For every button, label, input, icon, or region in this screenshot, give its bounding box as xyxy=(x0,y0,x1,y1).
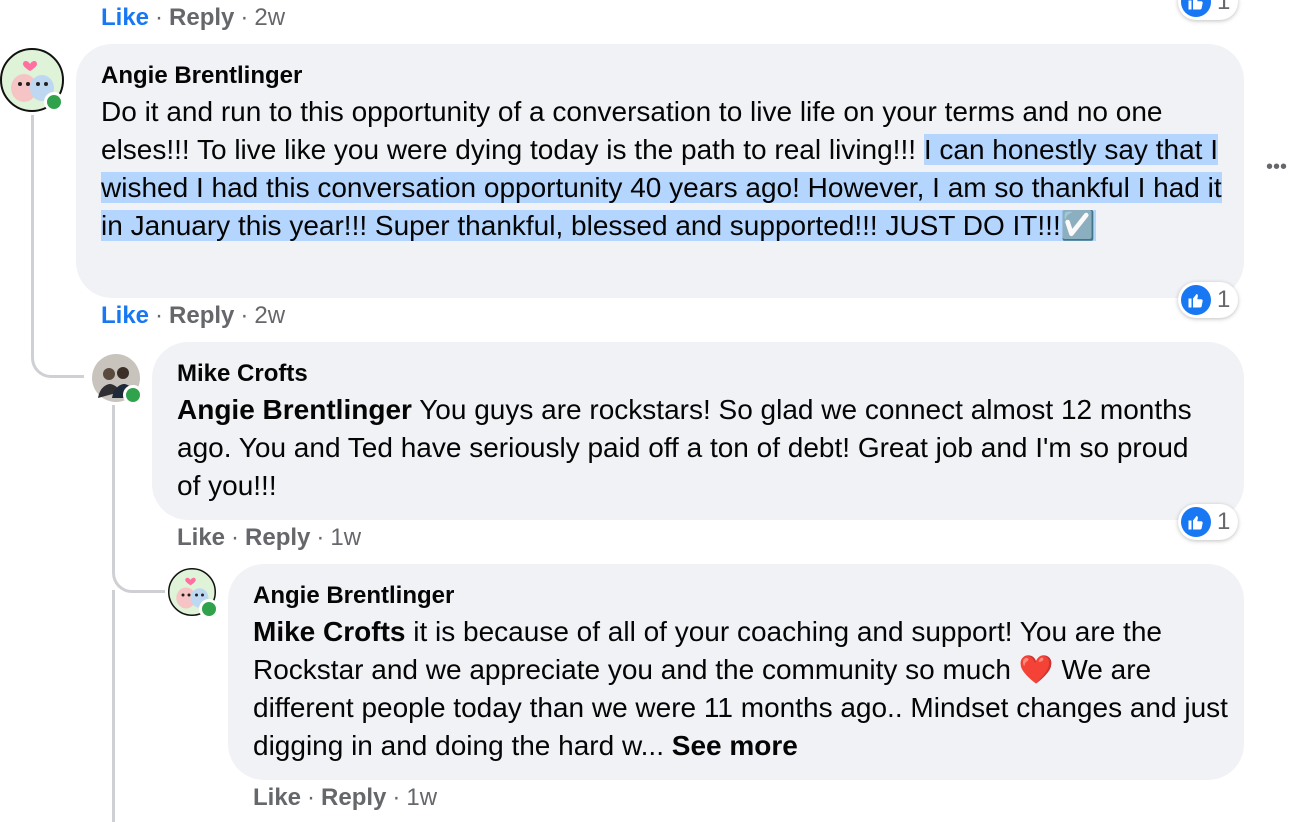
reply-button[interactable]: Reply xyxy=(169,4,234,31)
avatar[interactable] xyxy=(0,48,64,112)
comment-timestamp[interactable]: 2w xyxy=(254,302,285,329)
like-reaction-icon xyxy=(1181,285,1211,315)
comment-actions: Like · Reply · 2w xyxy=(101,302,286,329)
comment-actions: Like · Reply · 1w xyxy=(177,524,362,551)
comment-timestamp[interactable]: 1w xyxy=(330,524,361,551)
comment-author[interactable]: Angie Brentlinger xyxy=(253,582,454,610)
comment-text: Do it and run to this opportunity of a c… xyxy=(101,96,1222,241)
reply-button[interactable]: Reply xyxy=(169,302,234,329)
reply-button[interactable]: Reply xyxy=(245,524,310,551)
reaction-count: 1 xyxy=(1217,508,1231,535)
reaction-badge[interactable]: 1 xyxy=(1178,504,1239,540)
like-button[interactable]: Like xyxy=(101,4,149,31)
reaction-count: 1 xyxy=(1217,286,1231,313)
comment-author[interactable]: Mike Crofts xyxy=(177,360,308,388)
like-button[interactable]: Like xyxy=(101,302,149,329)
reaction-badge-top[interactable]: 1 xyxy=(1178,0,1239,20)
online-status-indicator xyxy=(123,385,143,405)
comment-text: Mike Crofts it is because of all of your… xyxy=(253,616,1228,761)
online-status-indicator xyxy=(44,92,64,112)
comment-timestamp[interactable]: 2w xyxy=(254,4,285,31)
comment-actions-top: Like · Reply · 2w xyxy=(101,4,286,31)
like-button[interactable]: Like xyxy=(177,524,225,551)
comment-author[interactable]: Angie Brentlinger xyxy=(101,62,302,90)
comment-timestamp[interactable]: 1w xyxy=(406,784,437,811)
reaction-count: 1 xyxy=(1217,0,1231,15)
more-options-icon[interactable]: ••• xyxy=(1266,156,1287,179)
see-more-link[interactable]: See more xyxy=(672,730,798,761)
online-status-indicator xyxy=(199,599,219,619)
mention-link[interactable]: Angie Brentlinger xyxy=(177,394,412,425)
like-reaction-icon xyxy=(1181,0,1211,17)
reaction-badge[interactable]: 1 xyxy=(1178,282,1239,318)
avatar[interactable] xyxy=(92,354,143,405)
check-mark-emoji: ☑️ xyxy=(1060,210,1096,241)
reply-button[interactable]: Reply xyxy=(321,784,386,811)
thread-line xyxy=(112,590,115,822)
like-button[interactable]: Like xyxy=(253,784,301,811)
red-heart-emoji: ❤️ xyxy=(1018,654,1054,685)
comment-text: Angie Brentlinger You guys are rockstars… xyxy=(177,394,1192,501)
like-reaction-icon xyxy=(1181,507,1211,537)
avatar[interactable] xyxy=(168,568,219,619)
mention-link[interactable]: Mike Crofts xyxy=(253,616,405,647)
comment-actions: Like · Reply · 1w xyxy=(253,784,438,811)
